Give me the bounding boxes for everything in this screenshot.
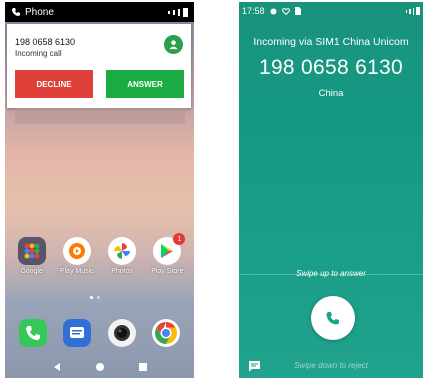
play-store-icon: 1 [153, 233, 186, 265]
battery-icon [183, 7, 188, 17]
dock [5, 318, 194, 348]
caller-number: 198 0658 6130 [15, 37, 76, 47]
call-status: Incoming call [15, 49, 62, 58]
swipe-down-hint: Swipe down to reject [294, 361, 368, 370]
back-icon[interactable] [52, 362, 62, 372]
contact-avatar-icon [164, 35, 183, 54]
photos-icon [108, 237, 137, 265]
notification-badge: 1 [173, 233, 186, 245]
app-label: Photos [111, 268, 134, 275]
status-bar: Phone [5, 2, 194, 22]
heart-icon [281, 7, 290, 15]
app-label: Play Store [151, 268, 184, 275]
caller-location: China [318, 88, 344, 99]
signal-icon [168, 7, 188, 17]
chrome-icon[interactable] [151, 318, 181, 348]
left-phone-screen: Phone 198 0658 6130 Incoming call DECLIN… [5, 2, 194, 378]
status-bar: 17:58 [239, 2, 423, 20]
recents-icon[interactable] [138, 362, 148, 372]
messages-icon[interactable] [62, 318, 92, 348]
app-row: Google Play Music Photos 1 Play Store [5, 233, 194, 275]
camera-icon[interactable] [107, 318, 137, 348]
status-app-label: Phone [25, 6, 54, 18]
navigation-bar [5, 356, 194, 378]
phone-call-icon [12, 8, 20, 16]
swipe-up-hint: Swipe up to answer [296, 269, 366, 278]
folder-icon [17, 237, 46, 265]
phone-icon[interactable] [18, 318, 48, 348]
sim-icon [294, 7, 301, 15]
page-dot [97, 296, 100, 299]
answer-button[interactable]: ANSWER [106, 70, 184, 98]
play-music-icon [62, 237, 91, 265]
app-google[interactable]: Google [10, 237, 54, 275]
incoming-sim-label: Incoming via SIM1 China Unicom [253, 36, 409, 48]
app-photos[interactable]: Photos [100, 237, 144, 275]
page-indicator [90, 296, 100, 299]
app-label: Play Music [59, 268, 94, 275]
app-label: Google [20, 268, 43, 275]
battery-icon [416, 7, 420, 15]
status-time: 17:58 [242, 6, 265, 16]
caller-number: 198 0658 6130 [258, 56, 404, 79]
answer-button[interactable] [311, 296, 355, 340]
app-play-music[interactable]: Play Music [55, 237, 99, 275]
phone-icon [326, 312, 339, 325]
notification-dot-icon [270, 8, 277, 14]
decline-button[interactable]: DECLINE [15, 70, 93, 98]
app-play-store[interactable]: 1 Play Store [145, 233, 189, 275]
right-phone-screen: 17:58 Incoming via SIM1 China Unicom 198… [239, 2, 423, 378]
home-icon[interactable] [95, 362, 105, 372]
incoming-call-notification[interactable]: 198 0658 6130 Incoming call DECLINE ANSW… [7, 24, 191, 108]
signal-icon [405, 7, 420, 15]
search-bar[interactable] [15, 108, 185, 124]
page-dot [90, 296, 93, 299]
